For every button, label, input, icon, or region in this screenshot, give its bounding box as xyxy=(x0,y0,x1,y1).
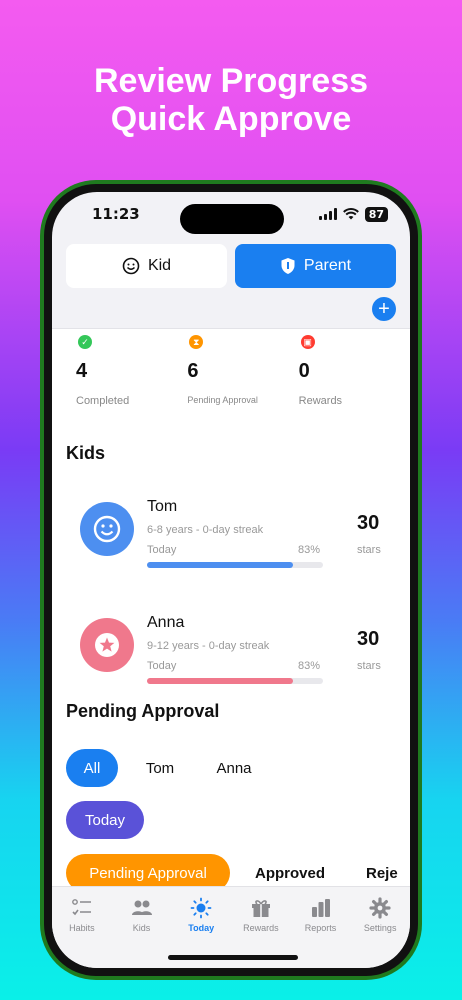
kid-progress-fill xyxy=(147,562,294,568)
stat-rewards-label: Rewards xyxy=(298,395,343,407)
kid-mode-button[interactable]: Kid xyxy=(66,244,227,288)
star-icon xyxy=(80,618,134,672)
kid-meta: 6-8 years - 0-day streak xyxy=(147,524,264,536)
headline-line-2: Quick Approve xyxy=(110,100,352,138)
kid-today-label: Today xyxy=(147,660,177,672)
phone-frame: 11:23 87 Kid Parent + ✓ 4 Completed ⧗ 6 … xyxy=(40,180,422,980)
plus-icon: + xyxy=(378,298,390,320)
phone-bezel: 11:23 87 Kid Parent + ✓ 4 Completed ⧗ 6 … xyxy=(44,184,418,976)
parent-mode-button[interactable]: Parent xyxy=(235,244,396,288)
pending-section-title: Pending Approval xyxy=(66,701,220,721)
status-tab-pending[interactable]: Pending Approval xyxy=(66,854,230,886)
kid-progress-bar xyxy=(147,678,323,684)
main-content: ✓ 4 Completed ⧗ 6 Pending Approval ▣ 0 R… xyxy=(52,328,410,886)
add-button[interactable]: + xyxy=(372,297,396,321)
tab-label: Reports xyxy=(304,923,337,933)
dynamic-island xyxy=(180,204,284,234)
kid-progress-fill xyxy=(147,678,294,684)
tab-label: Today xyxy=(188,923,215,933)
smiley-icon xyxy=(80,502,134,556)
filter-chip-anna[interactable]: Anna xyxy=(202,749,266,787)
app-screen: 11:23 87 Kid Parent + ✓ 4 Completed ⧗ 6 … xyxy=(52,192,410,968)
tab-label: Rewards xyxy=(243,923,279,933)
kid-progress-bar xyxy=(147,562,323,568)
cellular-signal-icon xyxy=(318,208,337,220)
people-icon xyxy=(131,900,152,915)
kid-stars-count: 30 xyxy=(357,628,380,650)
headline-line-1: Review Progress xyxy=(93,62,369,100)
kid-card-tom[interactable]: Tom 6-8 years - 0-day streak Today 83% 3… xyxy=(52,488,410,604)
kid-stars-label: stars xyxy=(357,544,381,556)
wifi-icon xyxy=(342,208,359,220)
battery-indicator: 87 xyxy=(364,206,388,222)
hourglass-icon: ⧗ xyxy=(189,335,204,349)
kid-name: Anna xyxy=(147,614,185,631)
tab-kids[interactable]: Kids xyxy=(112,897,172,968)
shield-icon xyxy=(281,258,295,274)
tab-label: Kids xyxy=(132,923,151,933)
tab-label: Habits xyxy=(69,923,95,933)
tab-reports[interactable]: Reports xyxy=(291,897,351,968)
stat-rewards-value: 0 xyxy=(298,360,310,382)
stat-completed-value: 4 xyxy=(76,360,88,382)
status-tab-approved[interactable]: Approved xyxy=(242,854,338,886)
stat-pending: ⧗ 6 Pending Approval xyxy=(187,335,298,407)
gear-icon xyxy=(369,897,391,919)
stat-pending-value: 6 xyxy=(187,360,199,382)
kid-progress-percent: 83% xyxy=(298,544,321,556)
kid-name: Tom xyxy=(147,498,178,515)
status-time: 11:23 xyxy=(92,205,140,223)
mode-toggle: Kid Parent xyxy=(66,244,396,288)
kid-mode-label: Kid xyxy=(147,257,172,274)
stat-completed-label: Completed xyxy=(76,395,130,407)
status-icons: 87 xyxy=(318,206,388,222)
kid-progress-percent: 83% xyxy=(298,660,321,672)
promo-headline: Review Progress Quick Approve xyxy=(0,62,462,138)
tab-label: Settings xyxy=(363,923,397,933)
gift-icon xyxy=(251,900,270,917)
home-indicator xyxy=(168,955,298,960)
checkmark-icon: ✓ xyxy=(78,335,92,349)
bar-chart-icon xyxy=(311,899,330,917)
kids-section-title: Kids xyxy=(66,443,106,463)
sun-icon xyxy=(190,897,212,919)
gift-icon: ▣ xyxy=(300,335,315,349)
stats-row: ✓ 4 Completed ⧗ 6 Pending Approval ▣ 0 R… xyxy=(52,329,410,407)
kid-stars-label: stars xyxy=(357,660,381,672)
stat-pending-label: Pending Approval xyxy=(187,395,258,405)
stat-completed: ✓ 4 Completed xyxy=(76,335,187,407)
tab-settings[interactable]: Settings xyxy=(350,897,410,968)
kid-today-label: Today xyxy=(147,544,177,556)
status-tab-rejected[interactable]: Reje xyxy=(352,854,410,886)
checklist-icon xyxy=(71,899,91,916)
parent-mode-label: Parent xyxy=(303,257,352,274)
smiley-icon xyxy=(122,257,140,275)
stat-rewards: ▣ 0 Rewards xyxy=(299,335,410,407)
filter-chip-all[interactable]: All xyxy=(66,749,118,787)
tab-habits[interactable]: Habits xyxy=(52,897,112,968)
kid-meta: 9-12 years - 0-day streak xyxy=(147,640,270,652)
filter-chip-tom[interactable]: Tom xyxy=(132,749,188,787)
kid-stars-count: 30 xyxy=(357,512,380,534)
date-filter-today[interactable]: Today xyxy=(66,801,144,839)
